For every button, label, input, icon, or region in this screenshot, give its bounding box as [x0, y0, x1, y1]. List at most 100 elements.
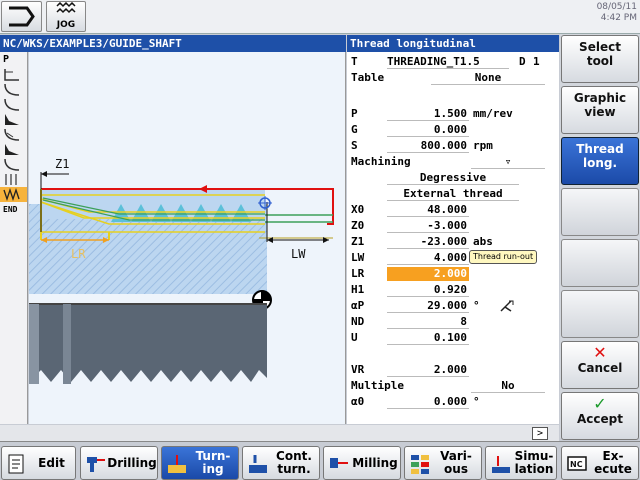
- date: 08/05/11: [596, 2, 637, 12]
- machine-area-button[interactable]: [1, 1, 42, 32]
- machining-select[interactable]: ▿: [471, 155, 545, 169]
- thread-help-graphic: Z1 LR LW: [29, 157, 334, 384]
- d-label: D: [519, 55, 526, 68]
- z1-unit[interactable]: abs: [473, 235, 493, 248]
- next-page-button[interactable]: >: [532, 427, 548, 440]
- s-unit[interactable]: rpm: [473, 139, 493, 152]
- ap-field[interactable]: 29.000: [387, 299, 469, 313]
- strip-program-header[interactable]: P: [0, 52, 27, 67]
- strip-contour-icon[interactable]: [0, 97, 27, 112]
- form-title: Thread longitudinal: [347, 35, 559, 52]
- thread-long-label-2: long.: [582, 156, 618, 170]
- row-s: S 800.000 rpm: [347, 138, 559, 154]
- execute-button[interactable]: NC Ex-ecute: [561, 446, 639, 480]
- machining-label: Machining: [351, 155, 411, 168]
- ap-label: αP: [351, 299, 365, 312]
- strip-stock-removal-icon[interactable]: [0, 67, 27, 82]
- x0-label: X0: [351, 203, 365, 216]
- execute-label-1: Ex-: [602, 449, 624, 463]
- contour-turning-button[interactable]: Cont. turn.: [242, 446, 320, 480]
- thread-side-select[interactable]: External thread: [387, 187, 519, 201]
- h1-field[interactable]: 0.920: [387, 283, 469, 297]
- back-arrow-icon: [9, 6, 35, 27]
- spindle-field[interactable]: 800.000: [387, 139, 469, 153]
- graphic-view-button[interactable]: Graphic view: [561, 86, 639, 134]
- cancel-label: Cancel: [577, 361, 623, 375]
- turning-label-1: Turn-: [195, 449, 231, 463]
- lw-label: LW: [351, 251, 365, 264]
- edit-button[interactable]: Edit: [1, 446, 76, 480]
- various-label: Vari-ous: [433, 447, 479, 479]
- select-tool-button[interactable]: Select tool: [561, 35, 639, 83]
- table-label: Table: [351, 71, 385, 84]
- row-degressive: Degressive: [347, 170, 559, 186]
- table-select[interactable]: None: [431, 71, 545, 85]
- lr-dim-label: LR: [71, 247, 86, 261]
- cancel-icon: ✕: [593, 343, 607, 362]
- drilling-button[interactable]: Drilling: [80, 446, 158, 480]
- strip-thread-icon[interactable]: [0, 187, 27, 202]
- milling-button[interactable]: Milling: [323, 446, 401, 480]
- program-step-strip: P END: [0, 52, 28, 424]
- lr-field[interactable]: 2.000: [387, 267, 469, 281]
- pitch-field[interactable]: 1.500: [387, 107, 469, 121]
- strip-contour2-icon[interactable]: [0, 157, 27, 172]
- multiple-select[interactable]: No: [471, 379, 545, 393]
- row-table: Table None: [347, 70, 559, 86]
- jog-mode-button[interactable]: JOG: [46, 1, 86, 32]
- x0-field[interactable]: 48.000: [387, 203, 469, 217]
- strip-residual-icon[interactable]: [0, 127, 27, 142]
- vr-field[interactable]: 2.000: [387, 363, 469, 377]
- vertical-softkeys: Select tool Graphic view Thread long. ✕ …: [560, 34, 640, 440]
- row-u: U 0.100: [347, 330, 559, 346]
- row-multiple: Multiple No: [347, 378, 559, 394]
- edit-icon: [8, 454, 24, 474]
- simulation-label-1: Simu-: [514, 449, 554, 463]
- lr-label: LR: [351, 267, 365, 280]
- p-label: P: [351, 107, 358, 120]
- ap-unit: °: [473, 299, 480, 312]
- z0-field[interactable]: -3.000: [387, 219, 469, 233]
- various-icon: [411, 455, 429, 474]
- nd-field[interactable]: 8: [387, 315, 469, 329]
- jog-label: JOG: [56, 20, 76, 30]
- accept-button[interactable]: ✓ Accept: [561, 392, 639, 440]
- thread-long-button[interactable]: Thread long.: [561, 137, 639, 185]
- date-time: 08/05/11 4:42 PM: [597, 2, 637, 24]
- row-vr: VR 2.000: [347, 362, 559, 378]
- empty-softkey-5[interactable]: [561, 239, 639, 287]
- turning-label: Turn-ing: [190, 447, 236, 479]
- infeed-type-select[interactable]: Degressive: [387, 171, 519, 185]
- u-field[interactable]: 0.100: [387, 331, 469, 345]
- strip-finishing-icon[interactable]: [0, 142, 27, 157]
- p-unit[interactable]: mm/rev: [473, 107, 513, 120]
- time: 4:42 PM: [600, 13, 637, 23]
- row-ap: αP 29.000 °: [347, 298, 559, 314]
- simulation-button[interactable]: Simu-lation: [485, 446, 557, 480]
- cancel-button[interactable]: ✕ Cancel: [561, 341, 639, 389]
- turning-button[interactable]: Turn-ing: [161, 446, 239, 480]
- strip-roughing-icon[interactable]: [0, 112, 27, 127]
- simulation-label: Simu-lation: [514, 447, 554, 479]
- simulation-icon: [492, 456, 510, 473]
- graphic-view-label-1: Graphic: [573, 91, 627, 105]
- tool-field[interactable]: THREADING_T1.5: [387, 55, 509, 69]
- strip-groove2-icon[interactable]: [0, 172, 27, 187]
- row-machining: Machining ▿: [347, 154, 559, 170]
- d-field[interactable]: 1: [533, 55, 540, 68]
- select-tool-label-2: tool: [586, 54, 614, 68]
- program-path: NC/WKS/EXAMPLE3/GUIDE_SHAFT: [0, 35, 346, 52]
- various-button[interactable]: Vari-ous: [404, 446, 482, 480]
- row-lr: LR 2.000: [347, 266, 559, 282]
- lw-field[interactable]: 4.000: [387, 251, 469, 265]
- a0-field[interactable]: 0.000: [387, 395, 469, 409]
- g-field[interactable]: 0.000: [387, 123, 469, 137]
- empty-softkey-4[interactable]: [561, 188, 639, 236]
- u-label: U: [351, 331, 358, 344]
- strip-program-end[interactable]: END: [0, 202, 27, 217]
- z1-field[interactable]: -23.000: [387, 235, 469, 249]
- row-z0: Z0 -3.000: [347, 218, 559, 234]
- empty-softkey-6[interactable]: [561, 290, 639, 338]
- strip-groove-icon[interactable]: [0, 82, 27, 97]
- row-tool: T THREADING_T1.5 D 1: [347, 54, 559, 70]
